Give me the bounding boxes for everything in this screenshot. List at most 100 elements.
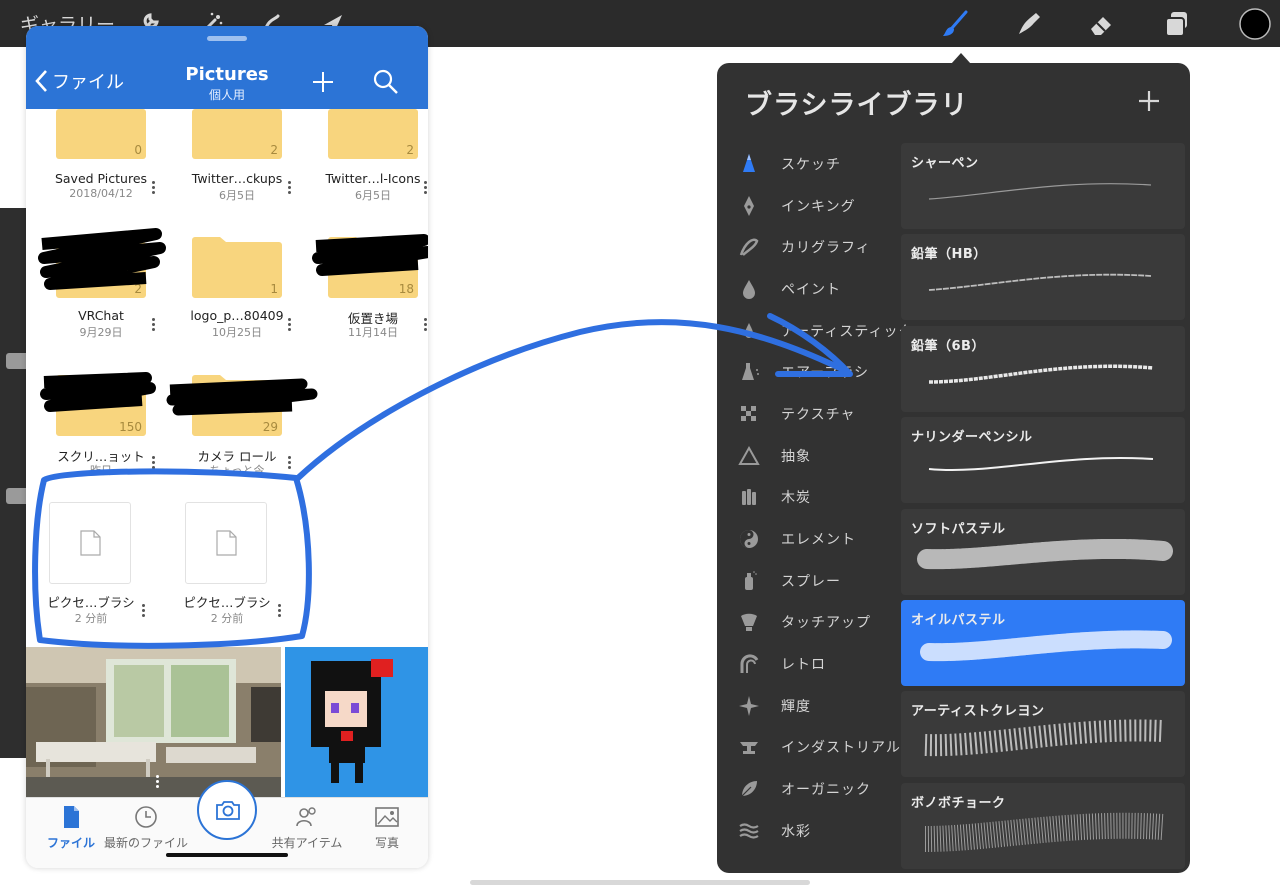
eraser-icon[interactable] <box>1087 9 1117 39</box>
more-options-icon[interactable] <box>422 179 428 196</box>
folder-item[interactable]: 29 カメラ ロール ちょっと今 <box>166 372 318 492</box>
item-date: 2 分前 <box>74 612 108 625</box>
item-date: 2 分前 <box>210 612 244 625</box>
category-artistic[interactable]: アーティスティック <box>729 310 912 352</box>
search-icon[interactable] <box>373 69 399 95</box>
panel-grabber[interactable] <box>207 36 247 41</box>
tab-photos[interactable]: 写真 <box>342 804 428 851</box>
brush-item-bonobo-chalk[interactable]: ボノボチョーク <box>901 782 1185 869</box>
brush-stroke-preview <box>924 812 1164 852</box>
category-inking[interactable]: インキング <box>729 185 899 227</box>
folder-item[interactable]: 1 logo_p…80409 10月25日 <box>172 234 308 354</box>
photo-thumbnails <box>26 647 428 797</box>
add-icon[interactable] <box>312 71 334 93</box>
more-options-icon[interactable] <box>286 179 292 196</box>
folder-item[interactable]: 150 スクリ…ョット 昨日 <box>36 372 172 492</box>
folder-item[interactable]: 18 仮置き場 11月14日 <box>308 234 428 354</box>
brush-stroke-preview <box>928 364 1154 384</box>
folder-item[interactable]: 2 Twitter…ckups 6月5日 <box>172 109 308 229</box>
camera-icon <box>216 801 240 820</box>
more-options-icon[interactable] <box>422 316 428 333</box>
brush-item-oil-pastel[interactable]: オイルパステル <box>901 599 1185 686</box>
brush-icon[interactable] <box>940 9 970 39</box>
more-options-icon[interactable] <box>154 773 160 790</box>
category-luminance[interactable]: 輝度 <box>729 685 899 727</box>
photo-thumbnail-pixel-character[interactable] <box>285 647 428 797</box>
category-retro[interactable]: レトロ <box>729 643 899 685</box>
item-count: 2 <box>406 143 414 157</box>
add-brush-icon[interactable] <box>1137 89 1161 113</box>
triangle-icon <box>738 445 760 465</box>
category-label: ペイント <box>781 281 841 298</box>
category-label: エレメント <box>781 532 856 549</box>
category-organic[interactable]: オーガニック <box>729 768 899 810</box>
smudge-icon[interactable] <box>1014 9 1044 39</box>
brush-stroke-preview <box>928 457 1154 472</box>
category-label: オーガニック <box>781 782 871 799</box>
redaction-scribble <box>40 372 156 412</box>
checker-texture-icon <box>741 405 756 421</box>
category-airbrush[interactable]: エアーブラシ <box>729 351 899 393</box>
brush-category-list: スケッチ インキング カリグラフィ ペイント アーティスティック エアーブラシ … <box>729 143 912 852</box>
folder-item[interactable]: 0 Saved Pictures 2018/04/12 <box>36 109 172 229</box>
category-watercolor[interactable]: 水彩 <box>729 810 899 852</box>
more-options-icon[interactable] <box>150 454 156 471</box>
brush-item-artist-crayon[interactable]: アーティストクレヨン <box>901 691 1185 778</box>
tab-shared[interactable]: 共有アイテム <box>262 804 352 851</box>
touchup-icon <box>741 614 757 632</box>
calligraphy-stroke-icon <box>739 238 759 257</box>
item-date: 2018/04/12 <box>69 187 133 200</box>
file-thumbnail <box>49 502 131 584</box>
brush-item-pencil-hb[interactable]: 鉛筆（HB） <box>901 234 1185 321</box>
file-item[interactable]: ピクセ…ブラシ 2 分前 <box>162 502 298 625</box>
files-header: ファイル Pictures 個人用 <box>26 26 428 109</box>
layers-icon[interactable] <box>1162 9 1192 39</box>
more-options-icon[interactable] <box>286 316 292 333</box>
category-texture[interactable]: テクスチャ <box>729 393 899 435</box>
anvil-icon <box>740 742 758 755</box>
category-sketch[interactable]: スケッチ <box>729 143 899 185</box>
category-elements[interactable]: エレメント <box>729 518 899 560</box>
item-name: ピクセ…ブラシ <box>183 595 271 610</box>
brush-stroke-preview <box>920 630 1172 662</box>
more-options-icon[interactable] <box>140 602 146 619</box>
category-label: 水彩 <box>781 823 811 840</box>
more-options-icon[interactable] <box>150 179 156 196</box>
category-industrial[interactable]: インダストリアル <box>729 727 901 769</box>
clock-icon <box>135 806 157 828</box>
folder-item[interactable]: 2 Twitter…l-Icons 6月5日 <box>308 109 428 229</box>
category-spray[interactable]: スプレー <box>729 560 899 602</box>
item-name: Twitter…ckups <box>191 171 283 186</box>
category-paint[interactable]: ペイント <box>729 268 899 310</box>
water-waves-icon <box>739 823 759 839</box>
folder-icon <box>56 109 146 159</box>
category-label: インダストリアル <box>781 740 901 757</box>
files-app-panel: ファイル Pictures 個人用 0 Saved Pictures 2018/… <box>26 26 428 868</box>
category-abstract[interactable]: 抽象 <box>729 435 899 477</box>
item-name: Saved Pictures <box>54 171 148 186</box>
camera-button[interactable] <box>197 780 257 840</box>
charcoal-icon <box>742 489 756 506</box>
brush-stroke-preview <box>928 183 1152 200</box>
more-options-icon[interactable] <box>276 602 282 619</box>
category-touchup[interactable]: タッチアップ <box>729 602 899 644</box>
brush-item-pencil-6b[interactable]: 鉛筆（6B） <box>901 325 1185 412</box>
folder-item[interactable]: 2 VRChat 9月29日 <box>36 228 172 354</box>
more-options-icon[interactable] <box>286 454 292 471</box>
files-tab-bar: ファイル 最新のファイル 共有アイテム 写真 <box>26 780 428 868</box>
file-icon <box>64 806 79 828</box>
item-date: 6月5日 <box>219 189 255 202</box>
file-item[interactable]: ピクセ…ブラシ 2 分前 <box>26 502 162 625</box>
brush-item-narinder-pencil[interactable]: ナリンダーペンシル <box>901 417 1185 504</box>
tab-recents[interactable]: 最新のファイル <box>101 804 191 851</box>
brush-item-sharp-pencil[interactable]: シャーペン <box>901 143 1185 229</box>
more-options-icon[interactable] <box>150 316 156 333</box>
color-swatch-icon[interactable] <box>1238 7 1272 41</box>
pencil-tip-icon <box>743 153 755 172</box>
item-name: logo_p…80409 <box>190 308 284 323</box>
brush-item-soft-pastel[interactable]: ソフトパステル <box>901 508 1185 595</box>
paint-drop-icon <box>743 279 755 299</box>
tab-label: ファイル <box>46 836 95 850</box>
category-calligraphy[interactable]: カリグラフィ <box>729 226 899 268</box>
category-charcoal[interactable]: 木炭 <box>729 477 899 519</box>
